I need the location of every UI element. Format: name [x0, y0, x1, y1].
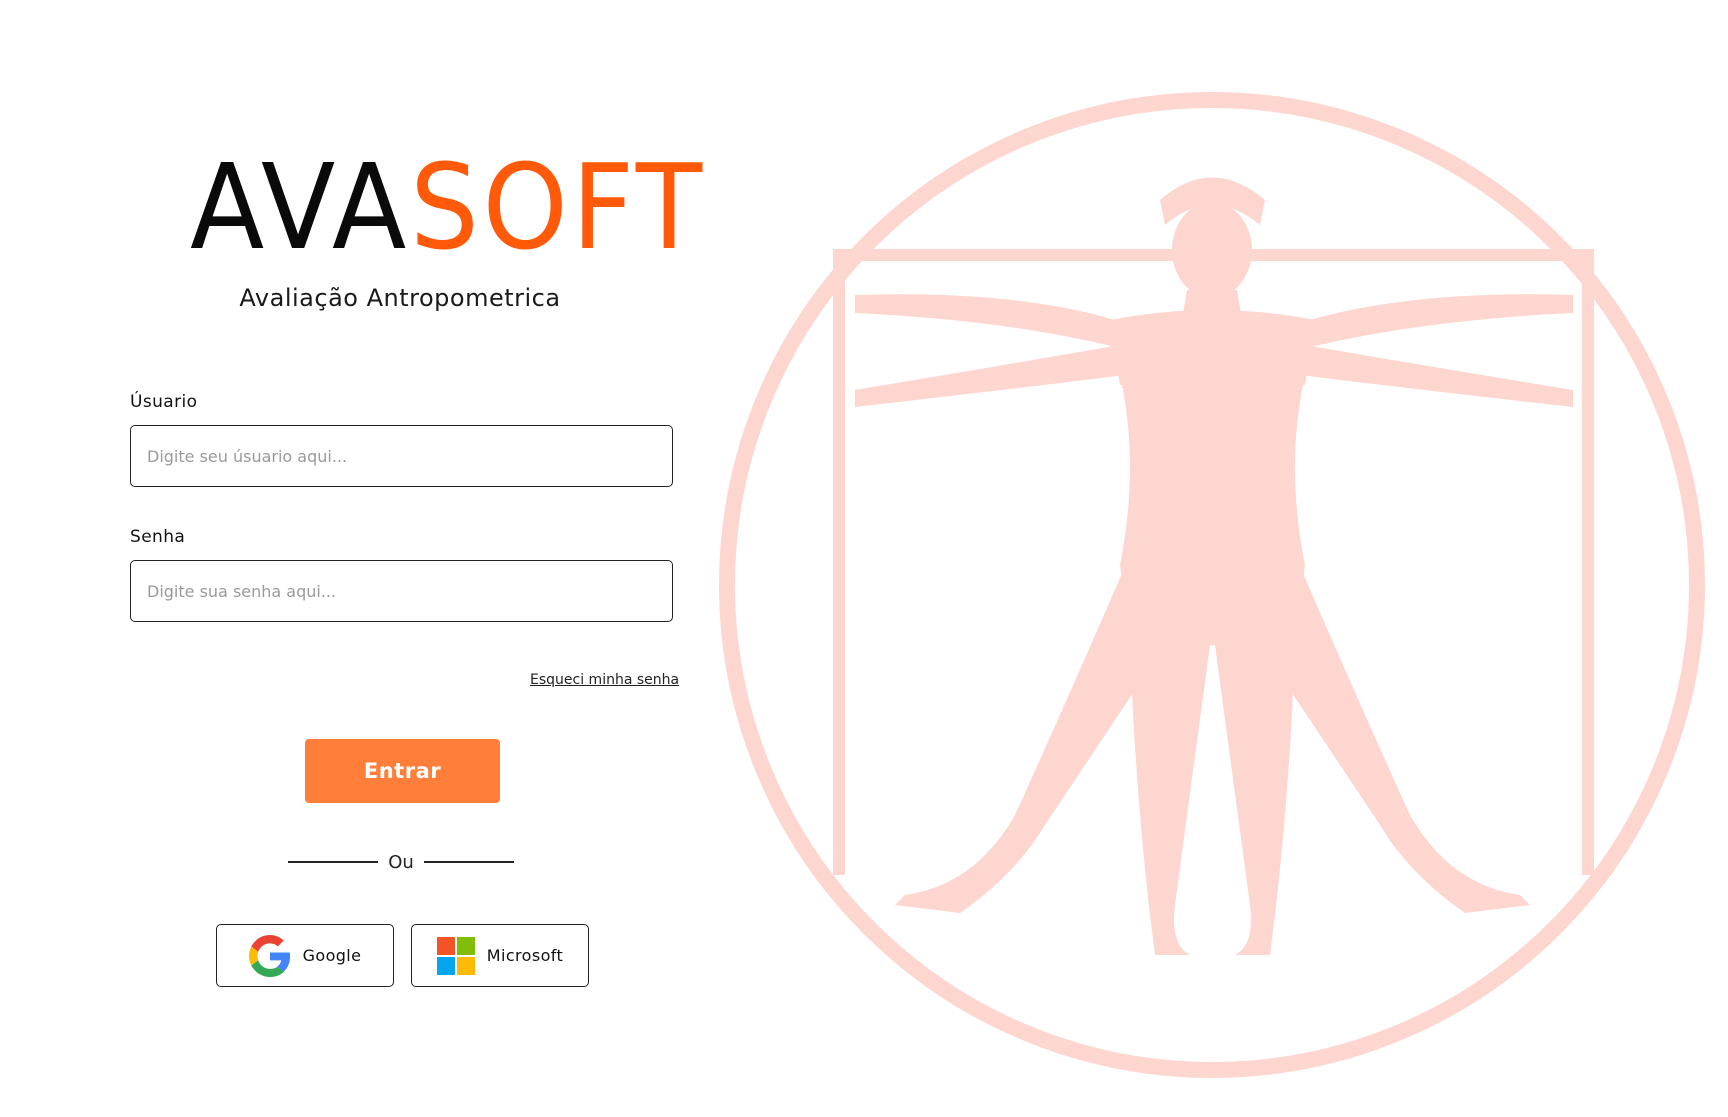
user-input[interactable]	[131, 426, 672, 486]
google-g-icon	[248, 934, 290, 977]
google-label: Google	[302, 946, 362, 965]
login-panel: AVASOFT Avaliação Antropometrica Úsuario…	[0, 0, 720, 1117]
app-subtitle: Avaliação Antropometrica	[239, 284, 561, 312]
or-divider: Ou	[288, 850, 514, 874]
password-label: Senha	[130, 527, 186, 547]
divider-text: Ou	[388, 851, 414, 873]
google-login-button[interactable]: Google	[216, 924, 394, 987]
vitruvian-figure-illustration	[719, 92, 1705, 1078]
password-input[interactable]	[131, 561, 672, 621]
human-figure-silhouette	[855, 177, 1573, 955]
user-label: Úsuario	[130, 392, 198, 412]
logo-text-ava: AVA	[190, 138, 410, 276]
divider-line-right	[423, 861, 514, 863]
forgot-password-link[interactable]: Esqueci minha senha	[530, 672, 679, 688]
logo-text-soft: SOFT	[409, 138, 706, 276]
login-button[interactable]: Entrar	[305, 739, 500, 803]
microsoft-label: Microsoft	[486, 946, 564, 965]
microsoft-windows-icon	[436, 936, 475, 975]
password-field-wrapper	[130, 560, 673, 622]
divider-line-left	[288, 861, 378, 863]
microsoft-login-button[interactable]: Microsoft	[411, 924, 589, 987]
app-logo: AVASOFT	[190, 148, 706, 266]
user-field-wrapper	[130, 425, 673, 487]
